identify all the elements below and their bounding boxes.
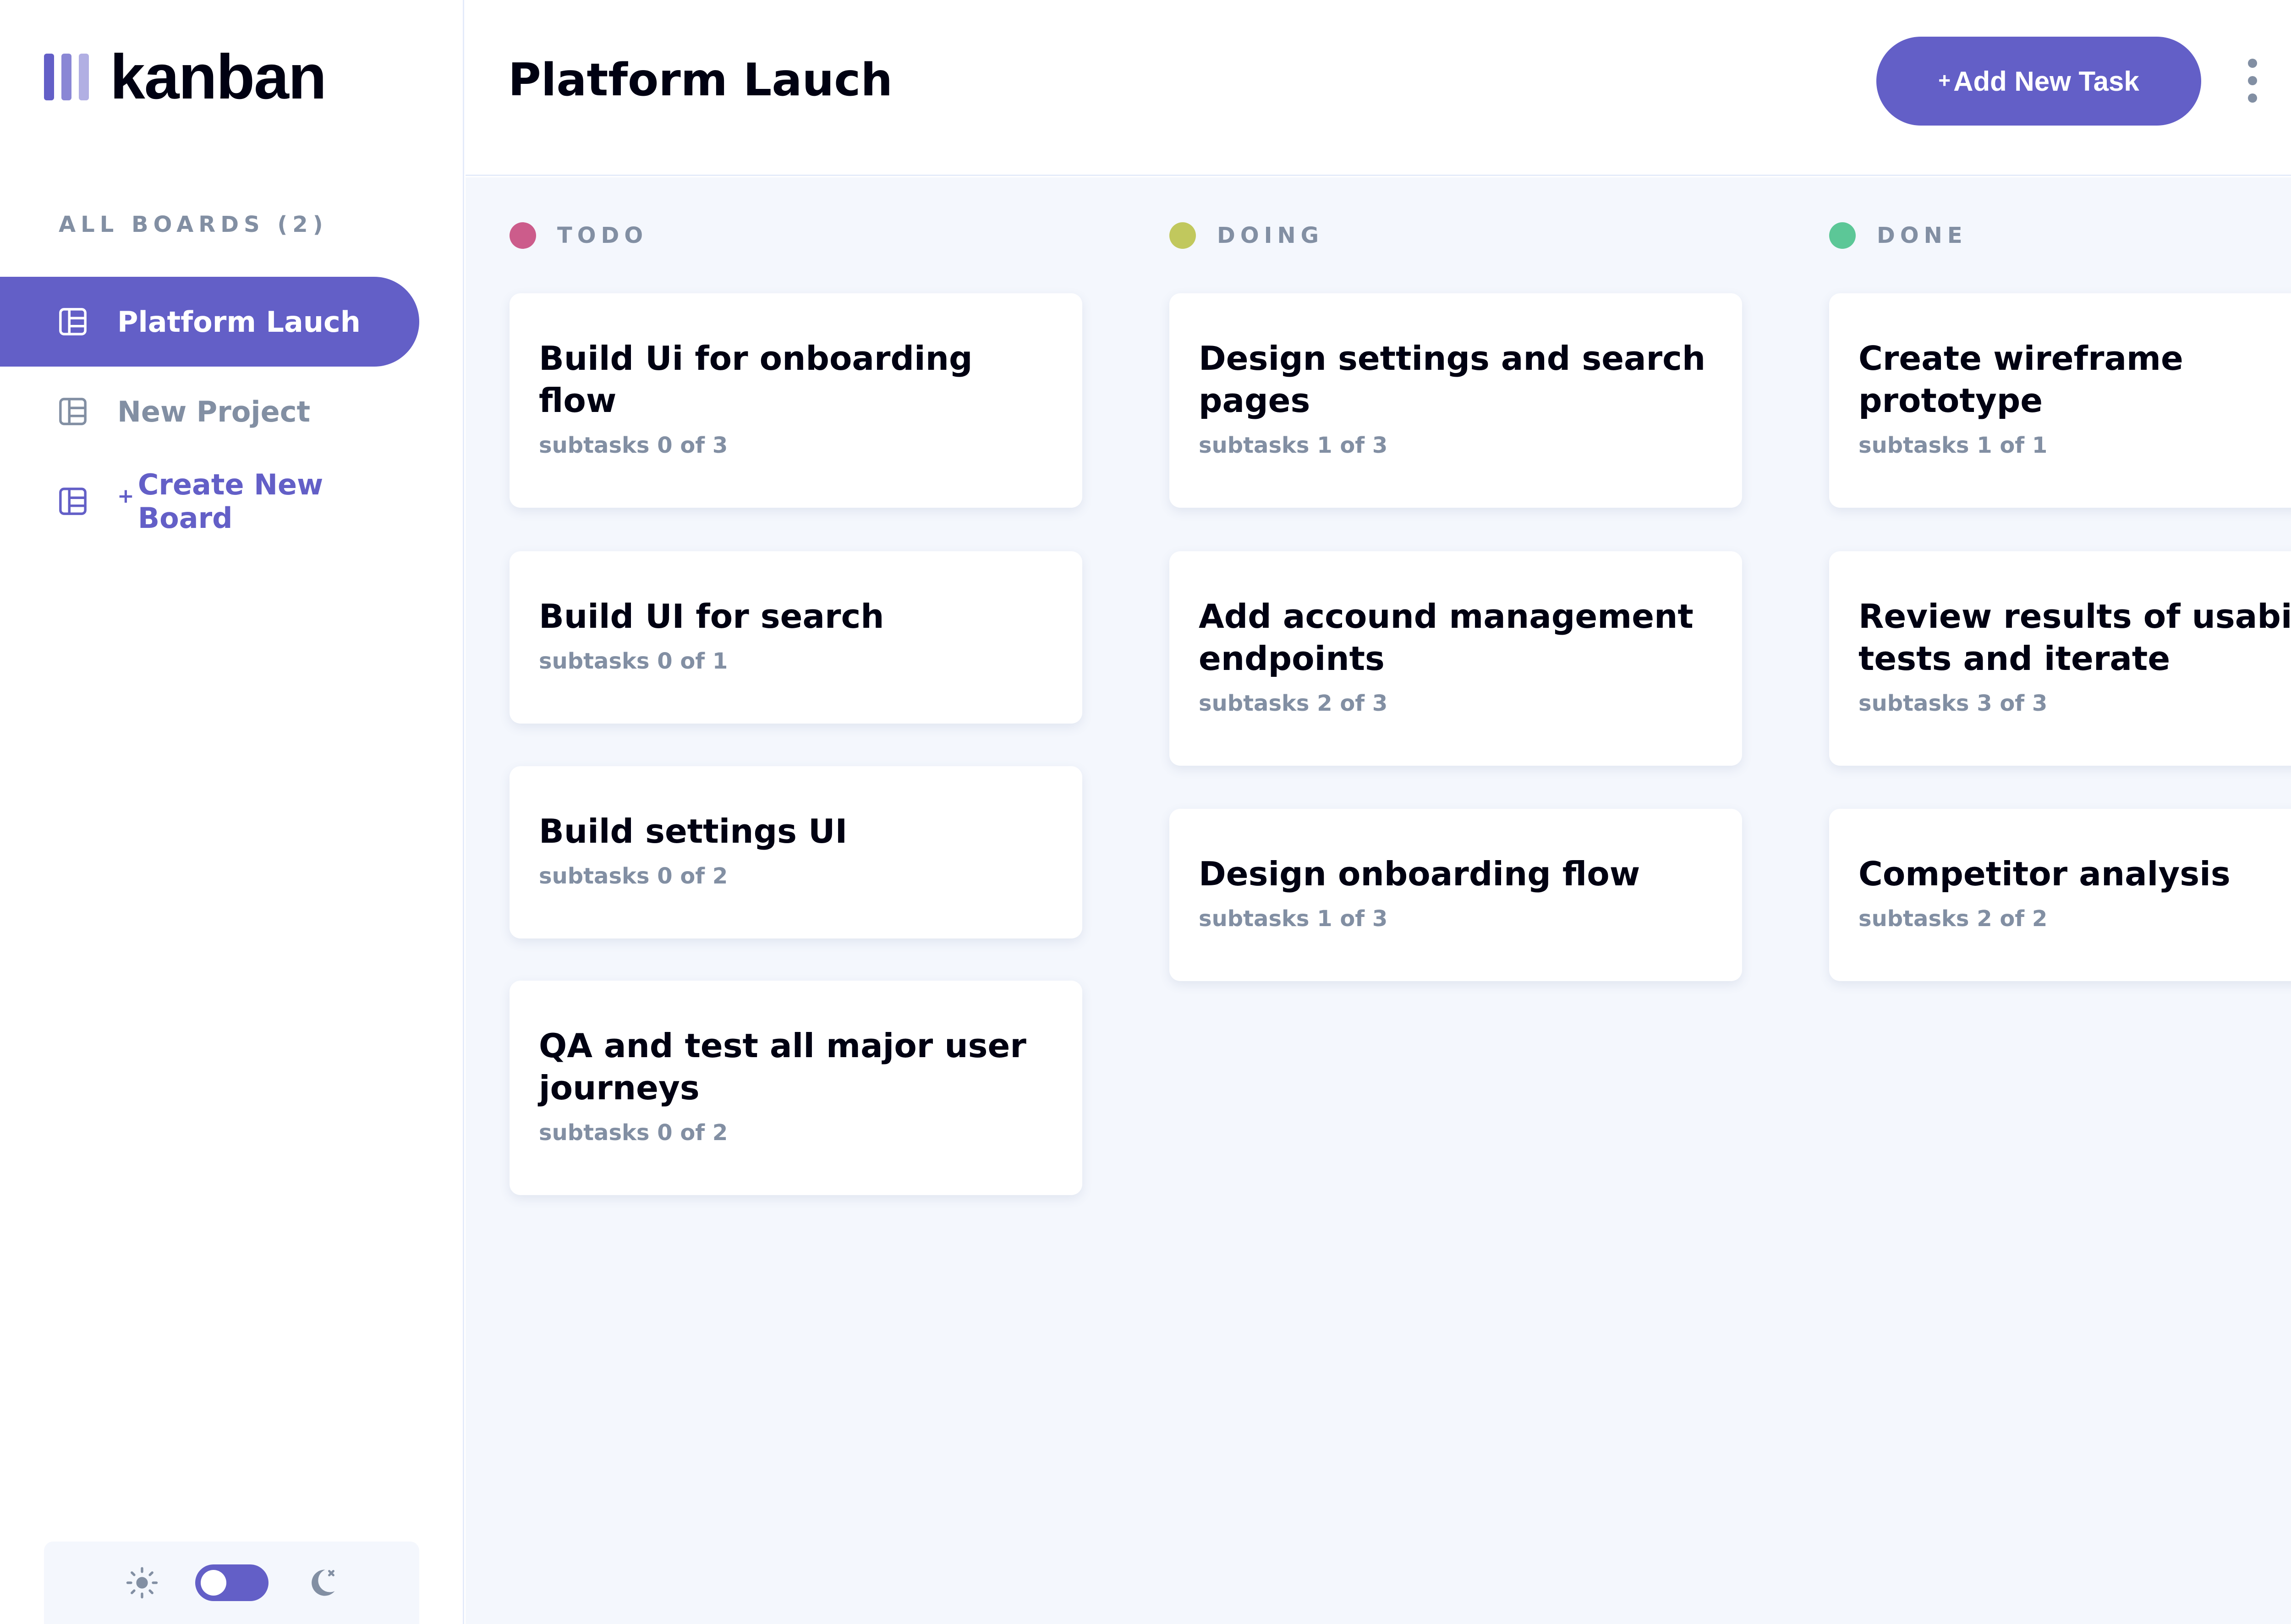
task-card[interactable]: QA and test all major user journeys subt…	[510, 981, 1082, 1195]
task-subtasks: subtasks 0 of 3	[539, 433, 728, 458]
add-new-task-button[interactable]: + Add New Task	[1876, 37, 2201, 126]
task-subtasks: subtasks 1 of 1	[1858, 433, 2048, 458]
sidebar-item-platform-lauch[interactable]: Platform Lauch	[0, 277, 419, 367]
plus-icon: +	[1938, 68, 1951, 92]
task-card[interactable]: Design settings and search pages subtask…	[1169, 293, 1742, 508]
task-title: Add accound management endpoints	[1199, 597, 1694, 678]
column-header: DOING	[1169, 222, 1324, 249]
theme-toggle-panel	[44, 1542, 419, 1624]
sidebar-item-label: New Project	[117, 395, 311, 428]
task-subtasks: subtasks 0 of 1	[539, 648, 728, 674]
logo: kanban	[44, 45, 327, 109]
task-title: Review results of usability tests and it…	[1858, 597, 2291, 678]
task-card[interactable]: Review results of usability tests and it…	[1829, 551, 2291, 766]
add-new-task-label: Add New Task	[1953, 66, 2139, 97]
board-icon	[59, 488, 87, 515]
moon-icon	[311, 1569, 334, 1596]
task-card[interactable]: Competitor analysis subtasks 2 of 2	[1829, 809, 2291, 981]
sidebar-item-new-project[interactable]: New Project	[0, 367, 419, 456]
plus-icon: +	[117, 484, 134, 508]
kebab-menu-icon[interactable]	[2239, 59, 2266, 103]
column-title: TODO	[557, 223, 648, 248]
board-icon	[59, 308, 87, 335]
sidebar: kanban ALL BOARDS (2) Platform Lauch New…	[0, 0, 464, 1624]
column-title: DOING	[1217, 223, 1324, 248]
board-icon	[59, 398, 87, 425]
kanban-logo-icon	[44, 54, 89, 100]
task-subtasks: subtasks 0 of 2	[539, 863, 728, 889]
column-header: TODO	[510, 222, 648, 249]
column-title: DONE	[1877, 223, 1968, 248]
task-title: Build settings UI	[539, 812, 848, 850]
logo-text: kanban	[110, 42, 327, 112]
task-subtasks: subtasks 0 of 2	[539, 1120, 728, 1146]
task-subtasks: subtasks 2 of 2	[1858, 906, 2048, 932]
task-title: Create wireframe prototype	[1858, 339, 2183, 420]
task-card[interactable]: Build settings UI subtasks 0 of 2	[510, 766, 1082, 938]
task-subtasks: subtasks 1 of 3	[1199, 433, 1388, 458]
sun-icon	[126, 1567, 158, 1599]
task-card[interactable]: Create wireframe prototype subtasks 1 of…	[1829, 293, 2291, 508]
task-title: Build Ui for onboarding flow	[539, 339, 973, 420]
task-title: Design onboarding flow	[1199, 855, 1640, 893]
task-subtasks: subtasks 3 of 3	[1858, 691, 2048, 716]
task-card[interactable]: Build Ui for onboarding flow subtasks 0 …	[510, 293, 1082, 508]
status-dot-icon	[1829, 222, 1856, 249]
kanban-app: kanban ALL BOARDS (2) Platform Lauch New…	[0, 0, 2291, 1624]
create-new-board-button[interactable]: + Create New Board	[0, 456, 419, 546]
board: TODO Build Ui for onboarding flow subtas…	[466, 177, 2291, 1624]
status-dot-icon	[510, 222, 536, 249]
create-new-board-label: Create New Board	[137, 468, 323, 535]
page-title: Platform Lauch	[508, 54, 893, 106]
task-card[interactable]: Add accound management endpoints subtask…	[1169, 551, 1742, 766]
task-title: QA and test all major user journeys	[539, 1026, 1026, 1107]
task-subtasks: subtasks 1 of 3	[1199, 906, 1388, 932]
theme-toggle-switch[interactable]	[195, 1564, 269, 1601]
column-header: DONE	[1829, 222, 1968, 249]
toggle-knob	[200, 1570, 226, 1596]
task-title: Competitor analysis	[1858, 855, 2231, 893]
task-card[interactable]: Design onboarding flow subtasks 1 of 3	[1169, 809, 1742, 981]
task-card[interactable]: Build UI for search subtasks 0 of 1	[510, 551, 1082, 724]
task-subtasks: subtasks 2 of 3	[1199, 691, 1388, 716]
header: Platform Lauch + Add New Task	[466, 0, 2291, 176]
task-title: Design settings and search pages	[1199, 339, 1706, 420]
sidebar-item-label: Platform Lauch	[117, 305, 361, 339]
all-boards-heading: ALL BOARDS (2)	[59, 212, 328, 237]
task-title: Build UI for search	[539, 597, 884, 636]
status-dot-icon	[1169, 222, 1196, 249]
